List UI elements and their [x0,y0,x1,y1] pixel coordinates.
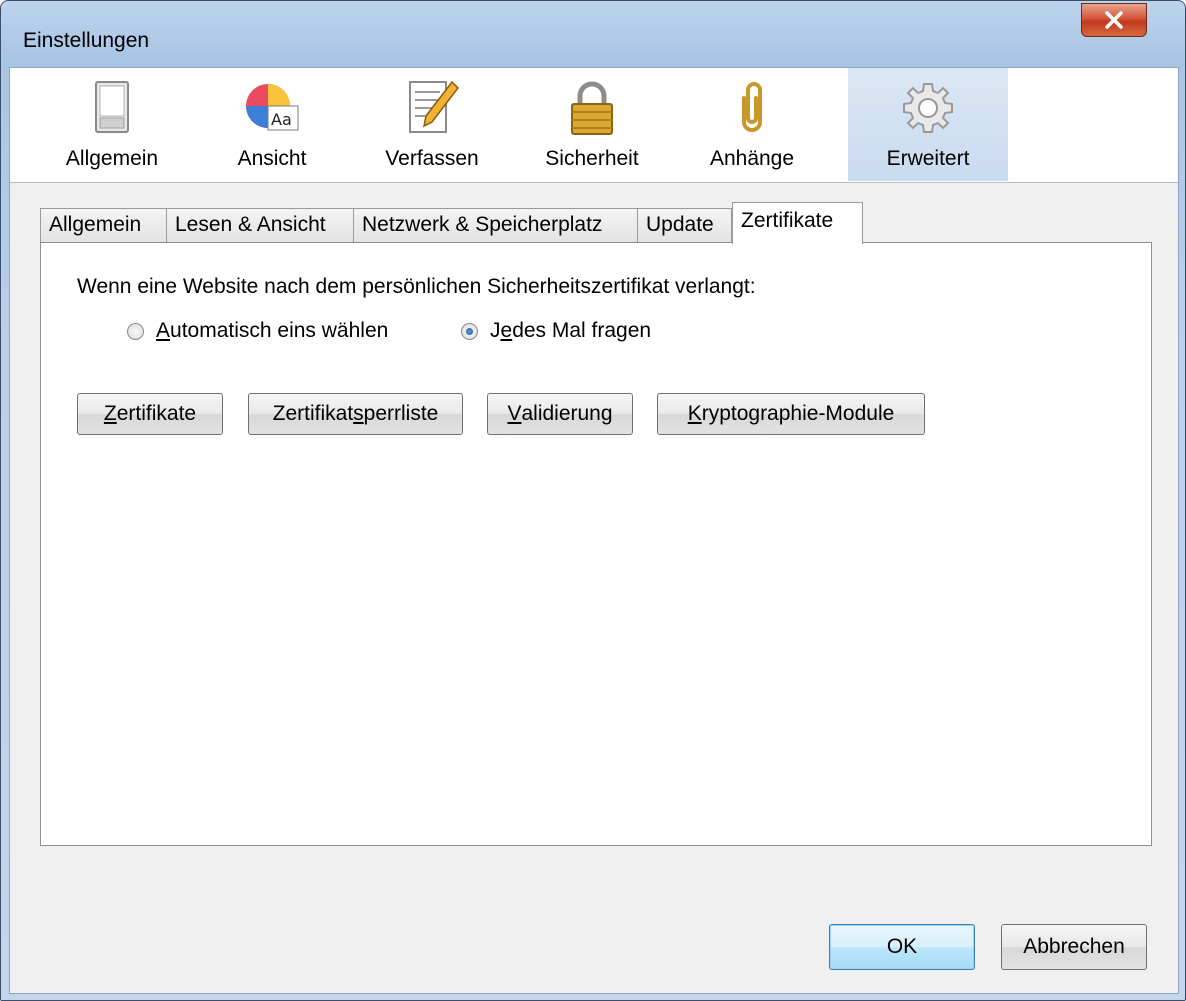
title-bar[interactable]: Einstellungen [1,1,1185,67]
pane-general[interactable]: Allgemein [32,68,192,181]
pane-general-label: Allgemein [65,147,159,170]
window-title: Einstellungen [23,29,150,52]
svg-text:Aa: Aa [271,110,292,129]
pane-composition[interactable]: Verfassen [352,68,512,181]
pane-display[interactable]: Aa Ansicht [192,68,352,181]
security-devices-button[interactable]: Kryptographie-Module [657,393,925,435]
pane-advanced[interactable]: Erweitert [848,68,1008,181]
certificates-panel: Wenn eine Website nach dem persönlichen … [40,242,1152,846]
paperclip-icon [742,82,762,132]
tab-network-disk[interactable]: Netzwerk & Speicherplatz [353,208,638,242]
tab-reading-display[interactable]: Lesen & Ansicht [166,208,354,242]
close-icon [1105,11,1123,29]
close-button[interactable] [1081,3,1147,37]
switch-icon [95,81,129,133]
pencil-paper-icon [409,80,459,133]
revocation-lists-button[interactable]: Zertifikat s perrliste [248,393,463,435]
view-certificates-button[interactable]: Zertifikate [77,393,223,435]
certificate-request-prompt: Wenn eine Website nach dem persönlichen … [77,275,756,298]
color-font-icon: Aa [246,84,299,131]
radio-ask-label: Jedes Mal fragen [490,319,652,342]
radio-ask-every-time[interactable]: Jedes Mal fragen [461,319,651,343]
pane-toolbar: Allgemein Aa Ansicht Verfassen Sicherhei… [10,68,1178,183]
radio-auto-label: Automatisch eins wählen [156,319,389,342]
pane-security-label: Sicherheit [545,147,639,170]
pane-advanced-label: Erweitert [886,147,970,170]
preferences-window: Einstellungen Allgemein Aa Ansicht Verfa… [0,0,1186,1001]
pane-attachments-label: Anhänge [709,147,795,170]
radio-auto-indicator[interactable] [127,322,144,340]
pane-security[interactable]: Sicherheit [512,68,672,181]
padlock-icon [571,81,613,135]
validation-button[interactable]: Validierung [487,393,633,435]
pane-display-label: Ansicht [237,147,307,170]
radio-select-automatically[interactable]: Automatisch eins wählen [127,319,388,343]
tab-update[interactable]: Update [637,208,732,242]
radio-ask-indicator[interactable] [461,322,478,340]
pane-composition-label: Verfassen [385,147,479,170]
cancel-button[interactable]: Abbrechen [1001,924,1147,970]
dialog-client: Allgemein Aa Ansicht Verfassen Sicherhei… [9,67,1179,994]
ok-button[interactable]: OK [829,924,975,970]
gear-icon [903,83,953,133]
pane-attachments[interactable]: Anhänge [672,68,832,181]
tab-general[interactable]: Allgemein [40,208,167,242]
tab-certificates[interactable]: Zertifikate [732,202,863,244]
